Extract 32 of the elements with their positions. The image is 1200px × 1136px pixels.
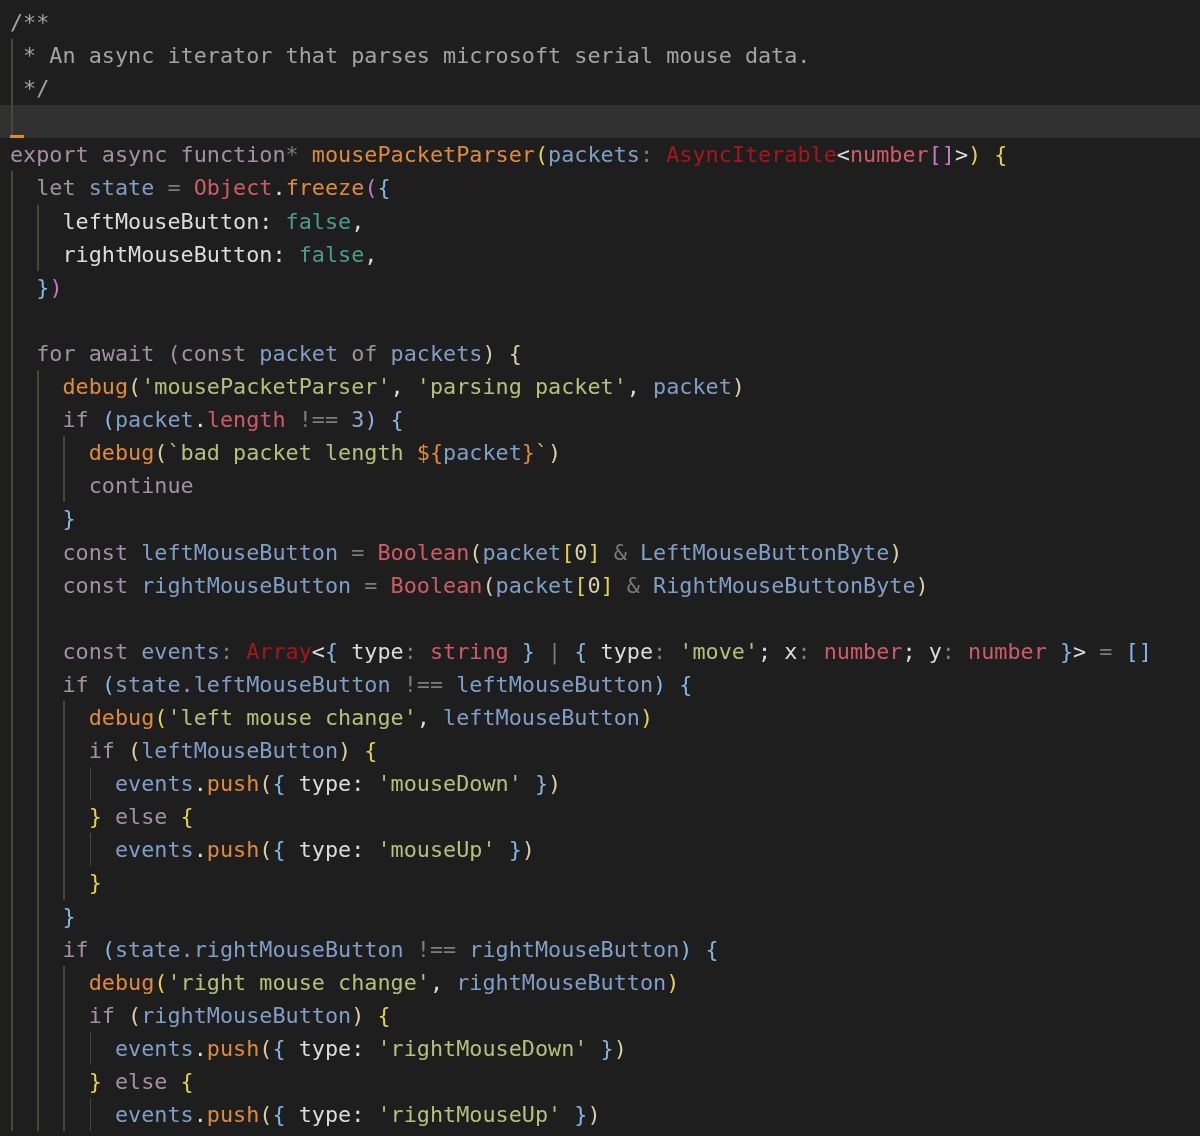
code-line: debug(`bad packet length ${packet}`): [87, 439, 562, 468]
code-line: events.push({ type: 'rightMouseDown' }): [113, 1034, 627, 1063]
code-line: }: [61, 505, 76, 534]
code-line: debug('left mouse change', leftMouseButton): [87, 703, 654, 732]
code-line: }: [61, 902, 76, 931]
code-line: debug('mousePacketParser', 'parsing packet', packet): [61, 373, 745, 402]
code-line: const rightMouseButton = Boolean(packet[0] & RightMouseButtonByte): [61, 571, 929, 600]
code-line: events.push({ type: 'mouseDown' }): [113, 770, 562, 799]
code-line: if (rightMouseButton) {: [87, 1001, 391, 1030]
code-line: debug('right mouse change', rightMouseButton): [87, 968, 680, 997]
code-line: /**: [10, 9, 50, 37]
code-line: * An async iterator that parses microsoft serial mouse data.: [22, 42, 811, 71]
code-line: if (leftMouseButton) {: [87, 737, 378, 766]
code-line: */: [22, 75, 50, 104]
code-line: }): [35, 273, 63, 302]
code-line: if (state.rightMouseButton !== rightMouseButton) {: [61, 935, 719, 964]
code-line: }: [87, 869, 102, 898]
code-line: let state = Object.freeze({: [35, 174, 391, 203]
code-line: export async function* mousePacketParser(packets: AsyncIterable<number[]>) {: [10, 141, 1008, 170]
code-line: if (packet.length !== 3) {: [61, 406, 404, 435]
code-line: leftMouseButton: false,: [61, 207, 365, 236]
code-line: const events: Array<{ type: string } | { type: 'move'; x: number; y: number }> = []: [61, 637, 1152, 667]
code-line: if (state.leftMouseButton !== leftMouseButton) {: [61, 670, 693, 699]
code-line: for await (const packet of packets) {: [35, 339, 522, 368]
code-line: continue: [87, 472, 194, 501]
code-line: const leftMouseButton = Boolean(packet[0] & LeftMouseButtonByte): [61, 538, 903, 567]
text-cursor: [10, 135, 24, 139]
code-line: events.push({ type: 'rightMouseUp' }): [113, 1101, 601, 1130]
code-line: } else {: [87, 1068, 194, 1096]
code-line: events.push({ type: 'mouseUp' }): [113, 836, 535, 865]
code-line: } else {: [87, 803, 194, 832]
code-line: rightMouseButton: false,: [61, 240, 378, 269]
